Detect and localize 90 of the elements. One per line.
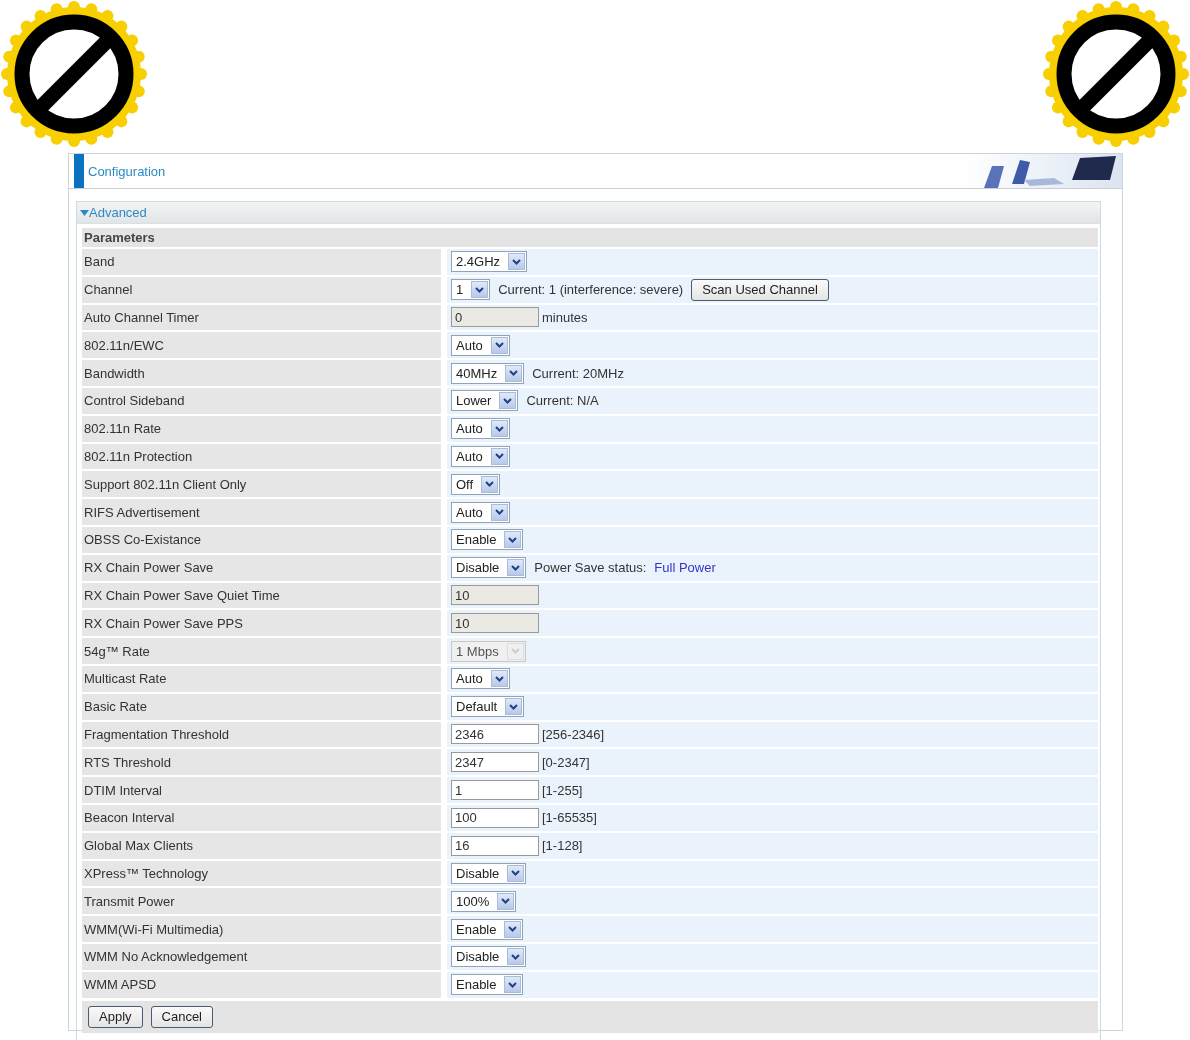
hint-text: Current: 1 (interference: severe) bbox=[498, 282, 684, 298]
parameter-label: 54g™ Rate bbox=[82, 638, 441, 664]
dropdown-select[interactable]: Auto bbox=[451, 501, 510, 523]
dropdown-select[interactable]: Disable bbox=[451, 862, 527, 884]
parameter-label: Auto Channel Timer bbox=[82, 304, 441, 331]
parameter-label: Multicast Rate bbox=[82, 665, 441, 692]
hint-text: minutes bbox=[542, 310, 588, 325]
chevron-down-icon bbox=[509, 703, 519, 710]
hint-text: Power Save status: bbox=[534, 560, 647, 576]
chevron-down-icon bbox=[508, 981, 518, 988]
hint-text: [0-2347] bbox=[542, 754, 590, 770]
parameter-label: Channel bbox=[82, 276, 441, 303]
dropdown-select[interactable]: Auto bbox=[451, 334, 510, 356]
input-field[interactable]: 2346 bbox=[451, 724, 539, 745]
chevron-down-icon bbox=[508, 536, 518, 543]
dropdown-select[interactable]: 40MHz bbox=[451, 362, 525, 384]
chevron-down-icon bbox=[510, 648, 520, 655]
hint-text: [256-2346] bbox=[542, 726, 605, 742]
dropdown-select[interactable]: Disable bbox=[451, 557, 527, 579]
input-field[interactable]: 16 bbox=[451, 835, 539, 856]
chevron-down-icon bbox=[511, 953, 521, 960]
form-button[interactable]: Cancel bbox=[150, 1005, 213, 1028]
section-title: Advanced bbox=[89, 205, 147, 220]
chevron-down-icon bbox=[511, 870, 521, 877]
chevron-down-icon bbox=[494, 509, 504, 516]
parameter-label: RX Chain Power Save bbox=[82, 554, 441, 581]
hint-text: Current: N/A bbox=[526, 393, 599, 409]
chevron-down-icon bbox=[503, 397, 513, 404]
dropdown-select[interactable]: 1 bbox=[451, 279, 491, 301]
dropdown-select[interactable]: Lower bbox=[451, 390, 519, 412]
chevron-down-icon bbox=[475, 286, 485, 293]
chevron-down-icon bbox=[508, 926, 518, 932]
parameter-label: Global Max Clients bbox=[82, 832, 441, 859]
dropdown-select[interactable]: Enable bbox=[451, 974, 524, 996]
dropdown-select[interactable]: Default bbox=[451, 696, 525, 718]
accent-bar bbox=[74, 154, 84, 188]
table-heading: Parameters bbox=[84, 230, 155, 245]
dropdown-select[interactable]: 2.4GHz bbox=[451, 251, 528, 273]
parameter-label: Transmit Power bbox=[82, 888, 441, 915]
dropdown-select[interactable]: 100% bbox=[451, 890, 517, 912]
parameter-label: Band bbox=[82, 249, 441, 275]
hint-text: Current: 20MHz bbox=[532, 365, 624, 381]
dropdown-select[interactable]: Auto bbox=[451, 445, 510, 467]
dropdown-select[interactable]: Off bbox=[451, 473, 501, 495]
chevron-down-icon bbox=[512, 258, 522, 265]
input-field[interactable]: 1 bbox=[451, 780, 539, 801]
chevron-down-icon bbox=[511, 564, 521, 571]
chevron-down-icon bbox=[494, 342, 504, 349]
parameter-label: 802.11n Protection bbox=[82, 443, 441, 470]
chevron-down-icon bbox=[494, 453, 504, 460]
chevron-down-icon bbox=[494, 425, 504, 432]
status-value: Full Power bbox=[654, 560, 716, 576]
parameter-label: Bandwidth bbox=[82, 360, 441, 386]
parameter-label: XPress™ Technology bbox=[82, 860, 441, 887]
parameter-label: WMM No Acknowledgement bbox=[82, 943, 441, 970]
dropdown-select[interactable]: Auto bbox=[451, 668, 510, 690]
parameter-label: Basic Rate bbox=[82, 693, 441, 720]
prohibition-sign-icon bbox=[1043, 1, 1189, 147]
parameter-label: WMM APSD bbox=[82, 971, 441, 998]
prohibition-sign-icon bbox=[1, 1, 147, 147]
parameter-label: RTS Threshold bbox=[82, 749, 441, 776]
page-title: Configuration bbox=[88, 163, 167, 179]
chevron-down-icon bbox=[494, 675, 504, 682]
input-field[interactable]: 100 bbox=[451, 807, 539, 828]
chevron-down-icon bbox=[509, 370, 519, 377]
dropdown-select[interactable]: Enable bbox=[451, 529, 524, 551]
hint-text: [1-128] bbox=[542, 838, 583, 854]
parameter-label: Control Sideband bbox=[82, 388, 441, 414]
caret-down-icon bbox=[80, 209, 89, 216]
hint-text: [1-65535] bbox=[542, 810, 597, 826]
parameter-label: 802.11n/EWC bbox=[82, 332, 441, 359]
parameter-label: WMM(Wi-Fi Multimedia) bbox=[82, 916, 441, 942]
chevron-down-icon bbox=[485, 481, 495, 488]
parameter-label: Fragmentation Threshold bbox=[82, 721, 441, 748]
parameter-label: OBSS Co-Existance bbox=[82, 526, 441, 553]
chevron-down-icon bbox=[501, 898, 511, 905]
scan-button[interactable]: Scan Used Channel bbox=[691, 278, 829, 301]
parameter-label: Beacon Interval bbox=[82, 804, 441, 831]
input-field[interactable]: 2347 bbox=[451, 752, 539, 773]
dropdown-select[interactable]: Auto bbox=[451, 418, 510, 440]
parameter-label: RX Chain Power Save Quiet Time bbox=[82, 582, 441, 609]
hint-text: [1-255] bbox=[542, 782, 583, 798]
parameter-label: Support 802.11n Client Only bbox=[82, 471, 441, 498]
parameter-label: RIFS Advertisement bbox=[82, 499, 441, 525]
parameter-label: RX Chain Power Save PPS bbox=[82, 610, 441, 637]
dropdown-select[interactable]: Disable bbox=[451, 946, 527, 968]
parameter-label: 802.11n Rate bbox=[82, 415, 441, 442]
parameter-label: DTIM Interval bbox=[82, 777, 441, 803]
form-button[interactable]: Apply bbox=[88, 1005, 143, 1028]
dropdown-select[interactable]: Enable bbox=[451, 918, 524, 940]
